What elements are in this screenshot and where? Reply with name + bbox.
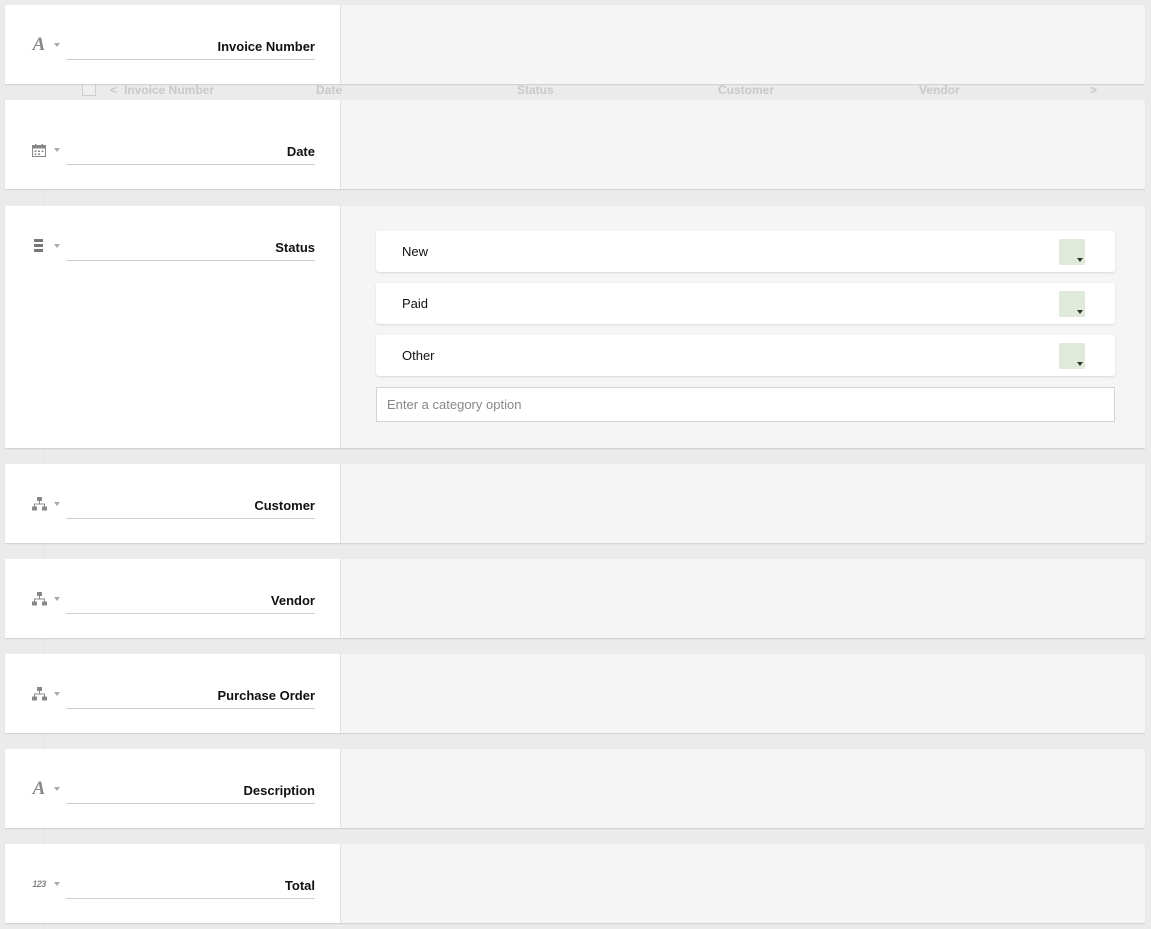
select-all-checkbox	[82, 82, 96, 96]
field-name-text: Invoice Number	[217, 39, 315, 54]
link-hierarchy-icon[interactable]	[29, 591, 49, 607]
category-option-label[interactable]: New	[402, 244, 428, 259]
type-dropdown-caret-icon[interactable]	[54, 787, 60, 791]
category-option-label[interactable]: Other	[402, 348, 435, 363]
chevron-down-icon	[1077, 258, 1083, 262]
type-dropdown-caret-icon[interactable]	[54, 597, 60, 601]
number-type-icon[interactable]: 123	[29, 876, 49, 892]
field-settings-panel: Vendor	[5, 559, 340, 638]
chevron-down-icon	[1077, 362, 1083, 366]
field-row-status: Status New Paid Other	[5, 206, 1145, 448]
category-option-other[interactable]: Other	[376, 335, 1115, 376]
field-options-panel	[340, 654, 1145, 733]
field-options-panel	[340, 844, 1145, 923]
category-option-label[interactable]: Paid	[402, 296, 428, 311]
field-name-text: Purchase Order	[217, 688, 315, 703]
type-dropdown-caret-icon[interactable]	[54, 148, 60, 152]
next-arrow-icon: >	[1090, 83, 1098, 97]
prev-arrow-icon: <	[110, 83, 118, 97]
new-category-option-input[interactable]	[376, 387, 1115, 422]
type-dropdown-caret-icon[interactable]	[54, 244, 60, 248]
field-settings-panel: Customer	[5, 464, 340, 543]
field-name-input[interactable]: Vendor	[66, 591, 315, 614]
type-dropdown-caret-icon[interactable]	[54, 692, 60, 696]
field-name-input[interactable]: Description	[66, 781, 315, 804]
field-settings-panel: 123 Total	[5, 844, 340, 923]
text-type-icon[interactable]: A	[29, 34, 49, 55]
field-row-description: A Description	[5, 749, 1145, 828]
field-options-panel	[340, 100, 1145, 189]
link-hierarchy-icon[interactable]	[29, 496, 49, 512]
field-name-input[interactable]: Total	[66, 876, 315, 899]
field-name-input[interactable]: Date	[66, 142, 315, 165]
field-options-panel	[340, 559, 1145, 638]
column-header-invoice-number: Invoice Number	[124, 83, 215, 97]
field-settings-panel: Purchase Order	[5, 654, 340, 733]
column-header-date: Date	[316, 83, 343, 97]
field-options-panel	[340, 5, 1145, 84]
field-row-purchase-order: Purchase Order	[5, 654, 1145, 733]
color-swatch[interactable]	[1059, 343, 1085, 369]
field-settings-panel: A Description	[5, 749, 340, 828]
type-dropdown-caret-icon[interactable]	[54, 882, 60, 886]
field-name-text: Customer	[254, 498, 315, 513]
field-options-panel	[340, 464, 1145, 543]
type-dropdown-caret-icon[interactable]	[54, 502, 60, 506]
field-name-text: Status	[275, 240, 315, 255]
field-name-text: Description	[243, 783, 315, 798]
field-options-panel	[340, 749, 1145, 828]
type-dropdown-caret-icon[interactable]	[54, 43, 60, 47]
field-row-total: 123 Total	[5, 844, 1145, 923]
category-list-icon[interactable]	[29, 238, 49, 254]
column-header-status: Status	[517, 83, 554, 97]
link-hierarchy-icon[interactable]	[29, 686, 49, 702]
field-row-invoice-number: A Invoice Number	[5, 5, 1145, 84]
field-row-customer: Customer	[5, 464, 1145, 543]
field-name-text: Total	[284, 878, 315, 893]
field-name-input[interactable]: Customer	[66, 496, 315, 519]
field-options-panel: New Paid Other	[340, 206, 1145, 448]
field-settings-panel: A Invoice Number	[5, 5, 340, 84]
field-name-input[interactable]: Invoice Number	[66, 37, 315, 60]
text-type-icon[interactable]: A	[29, 778, 49, 799]
field-row-date: Date	[5, 100, 1145, 189]
field-settings-panel: Status	[5, 206, 340, 448]
field-settings-panel: Date	[5, 100, 340, 189]
column-header-customer: Customer	[718, 83, 775, 97]
color-swatch[interactable]	[1059, 239, 1085, 265]
color-swatch[interactable]	[1059, 291, 1085, 317]
calendar-icon[interactable]	[29, 142, 49, 158]
field-row-vendor: Vendor	[5, 559, 1145, 638]
chevron-down-icon	[1077, 310, 1083, 314]
category-option-paid[interactable]: Paid	[376, 283, 1115, 324]
column-header-vendor: Vendor	[919, 83, 960, 97]
field-name-input[interactable]: Status	[66, 238, 315, 261]
field-name-text: Vendor	[270, 593, 315, 608]
field-name-input[interactable]: Purchase Order	[66, 686, 315, 709]
field-name-text: Date	[286, 144, 315, 159]
category-option-new[interactable]: New	[376, 231, 1115, 272]
